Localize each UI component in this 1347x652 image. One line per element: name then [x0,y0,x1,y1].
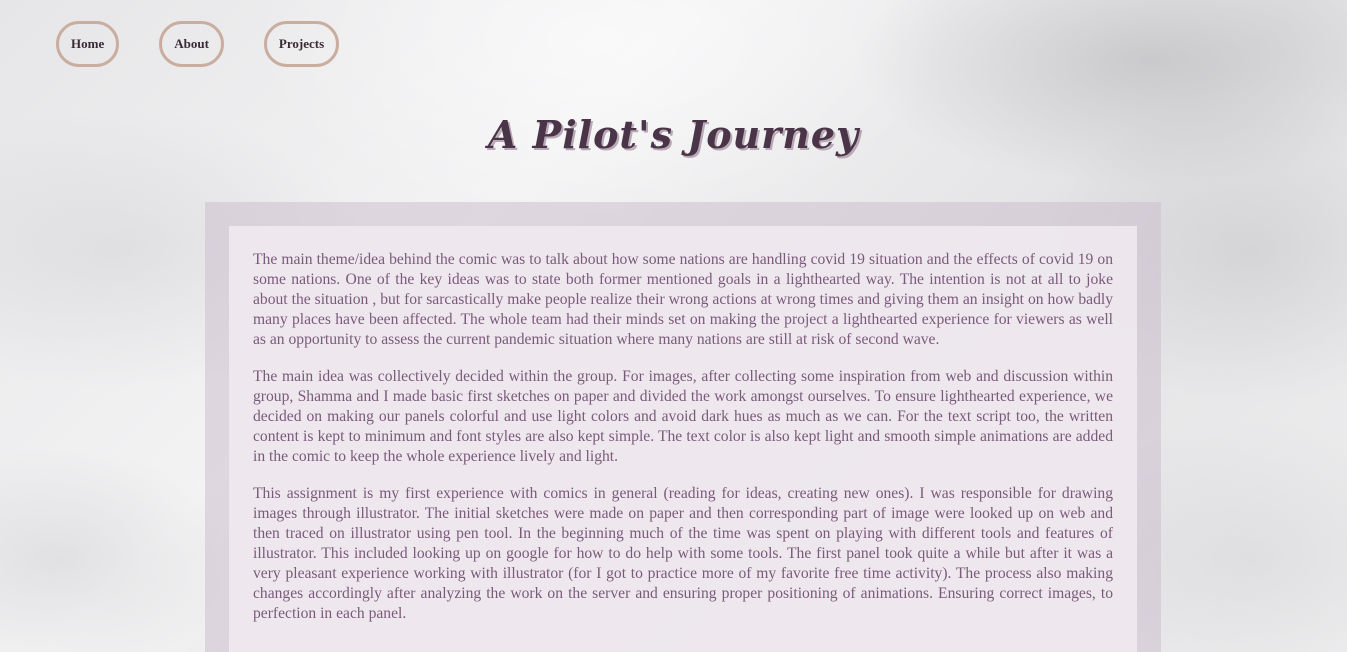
nav-about-button[interactable]: About [159,21,224,67]
article-body: The main theme/idea behind the comic was… [229,226,1137,624]
article-paragraph-2: The main idea was collectively decided w… [253,368,1113,465]
article-paragraph-3: This assignment is my first experience w… [253,485,1113,622]
content-panel: The main theme/idea behind the comic was… [229,226,1137,652]
page-title: A Pilot's Journey [487,112,860,157]
top-navigation: Home About Projects [56,21,340,67]
article-paragraph-1: The main theme/idea behind the comic was… [253,251,1113,348]
nav-home-button[interactable]: Home [56,21,120,67]
nav-projects-button[interactable]: Projects [263,21,340,67]
